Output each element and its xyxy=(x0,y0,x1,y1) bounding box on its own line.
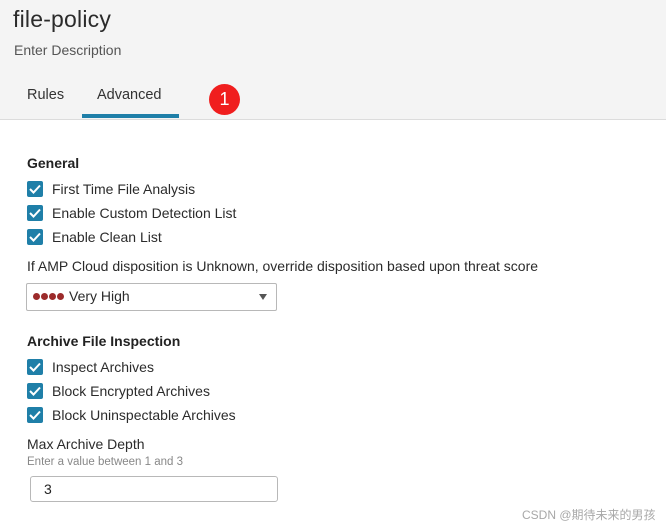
watermark: CSDN @期待未来的男孩 xyxy=(522,508,656,522)
active-tab-indicator xyxy=(82,114,179,118)
disposition-override-label: If AMP Cloud disposition is Unknown, ove… xyxy=(27,258,539,274)
max-archive-depth-hint: Enter a value between 1 and 3 xyxy=(27,456,184,468)
tab-advanced[interactable]: Advanced xyxy=(97,87,162,103)
first-time-file-analysis-label: First Time File Analysis xyxy=(52,181,196,197)
clean-list-checkbox[interactable] xyxy=(27,229,43,245)
threat-level-icon xyxy=(33,293,64,300)
checkmark-icon xyxy=(29,232,41,242)
checkmark-icon xyxy=(29,386,41,396)
checkmark-icon xyxy=(29,410,41,420)
block-encrypted-archives-label: Block Encrypted Archives xyxy=(52,383,210,399)
max-archive-depth-label: Max Archive Depth xyxy=(27,436,145,452)
threat-score-value: Very High xyxy=(69,288,130,304)
threat-score-select[interactable]: Very High xyxy=(26,283,277,311)
first-time-file-analysis-checkbox[interactable] xyxy=(27,181,43,197)
general-section-title: General xyxy=(27,155,80,171)
block-uninspectable-archives-checkbox[interactable] xyxy=(27,407,43,423)
max-archive-depth-input[interactable] xyxy=(30,476,278,502)
policy-description[interactable]: Enter Description xyxy=(14,42,121,58)
checkmark-icon xyxy=(29,208,41,218)
custom-detection-list-label: Enable Custom Detection List xyxy=(52,205,237,221)
clean-list-row[interactable]: Enable Clean List xyxy=(27,228,162,246)
checkmark-icon xyxy=(29,362,41,372)
clean-list-label: Enable Clean List xyxy=(52,229,162,245)
page-header: file-policy Enter Description Rules Adva… xyxy=(0,0,666,120)
annotation-badge: 1 xyxy=(209,84,240,115)
inspect-archives-checkbox[interactable] xyxy=(27,359,43,375)
inspect-archives-label: Inspect Archives xyxy=(52,359,154,375)
archive-section-title: Archive File Inspection xyxy=(27,333,181,349)
chevron-down-icon xyxy=(259,294,267,300)
inspect-archives-row[interactable]: Inspect Archives xyxy=(27,358,154,376)
policy-title: file-policy xyxy=(13,6,112,32)
checkmark-icon xyxy=(29,184,41,194)
block-uninspectable-archives-label: Block Uninspectable Archives xyxy=(52,407,236,423)
block-uninspectable-archives-row[interactable]: Block Uninspectable Archives xyxy=(27,406,236,424)
custom-detection-list-checkbox[interactable] xyxy=(27,205,43,221)
first-time-file-analysis-row[interactable]: First Time File Analysis xyxy=(27,180,195,198)
custom-detection-list-row[interactable]: Enable Custom Detection List xyxy=(27,204,236,222)
tab-rules[interactable]: Rules xyxy=(27,87,64,103)
block-encrypted-archives-checkbox[interactable] xyxy=(27,383,43,399)
block-encrypted-archives-row[interactable]: Block Encrypted Archives xyxy=(27,382,210,400)
